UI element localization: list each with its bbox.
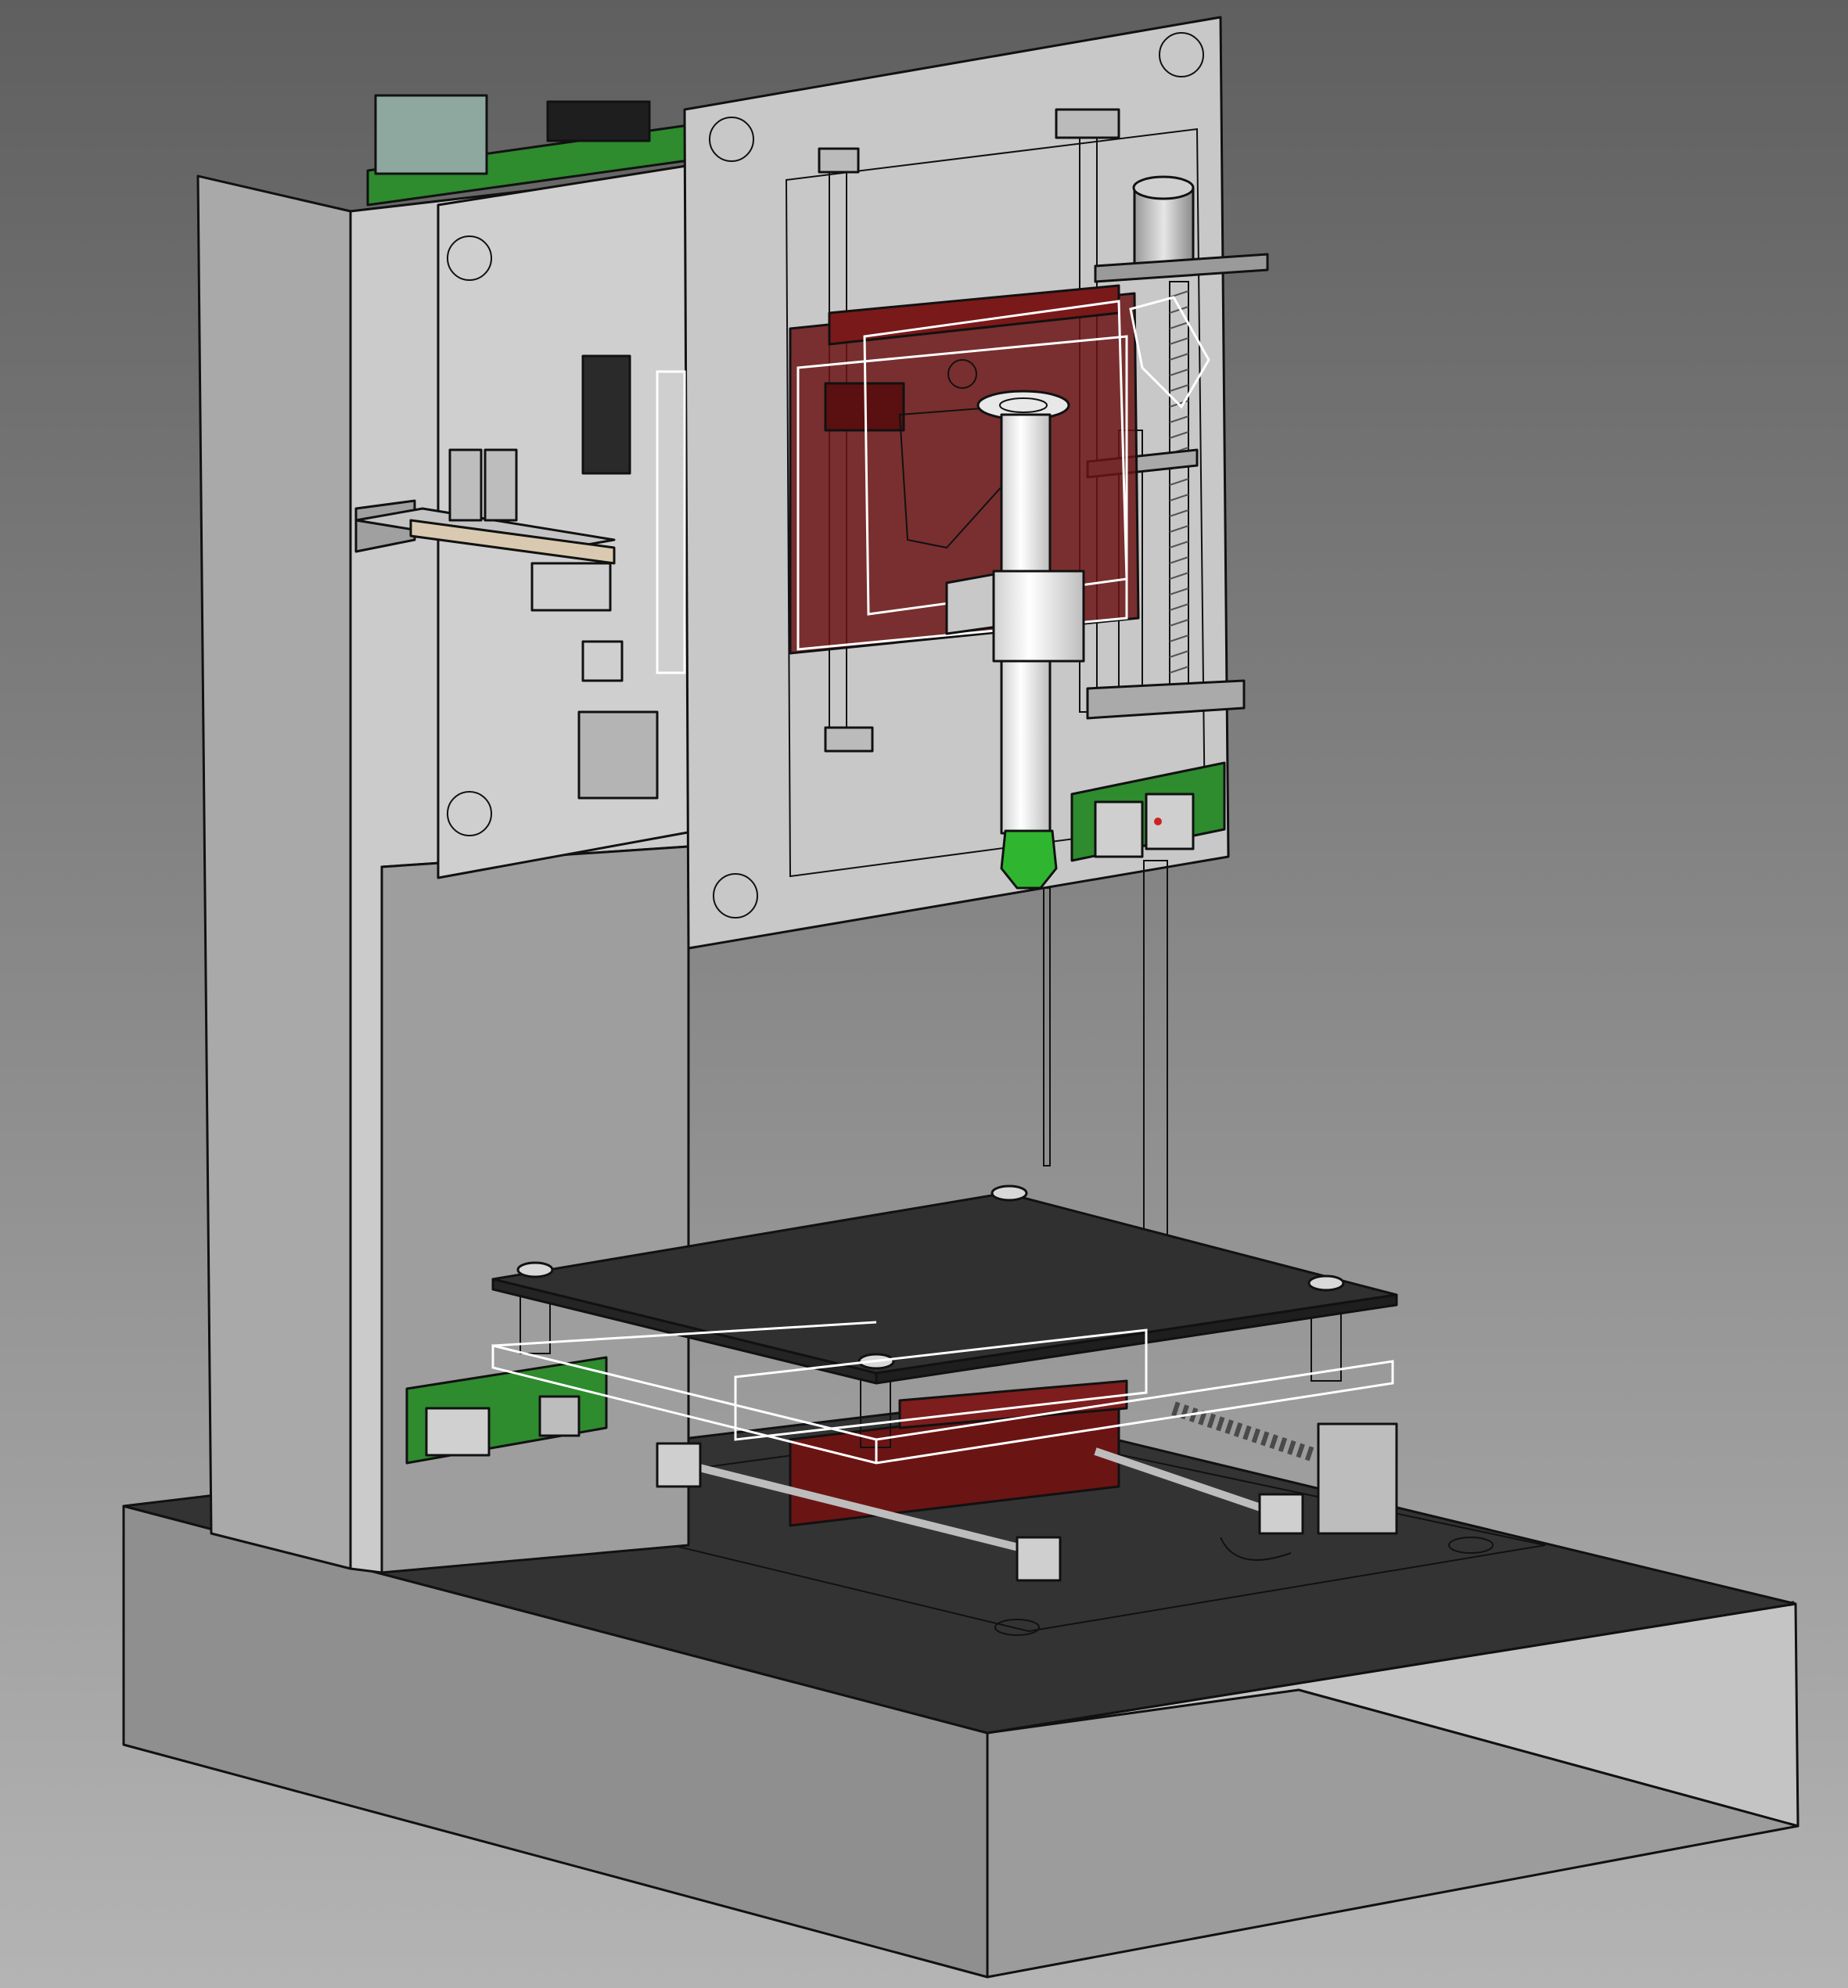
- power-connector: [546, 100, 651, 142]
- cad-viewport[interactable]: [0, 0, 1848, 1988]
- cad-model: [0, 0, 1848, 1988]
- usb-connector: [374, 94, 488, 175]
